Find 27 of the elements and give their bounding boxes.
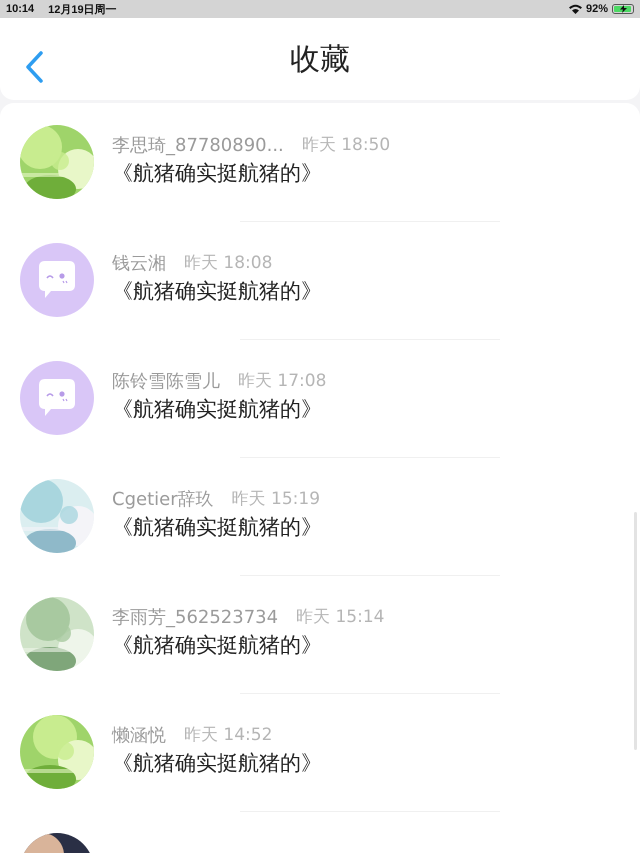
- user-name: 懒涵悦: [112, 724, 166, 747]
- user-name: 李雨芳_562523734: [112, 606, 278, 629]
- user-name: 钱云湘: [112, 252, 166, 275]
- item-title[interactable]: 《航猪确实挺航猪的》: [112, 395, 326, 423]
- timestamp: 昨天 15:14: [296, 606, 384, 629]
- user-name: 李思琦_87780890...: [112, 134, 284, 157]
- page-title: 收藏: [290, 40, 350, 78]
- status-time: 10:14: [6, 3, 34, 15]
- chat-bubble-avatar-icon: [20, 243, 94, 317]
- item-title[interactable]: 《航猪确实挺航猪的》: [112, 159, 390, 187]
- battery-icon: [612, 4, 634, 14]
- timestamp: 昨天 15:19: [232, 488, 320, 511]
- item-title[interactable]: 《航猪确实挺航猪的》: [112, 749, 322, 777]
- timestamp: 昨天 18:50: [302, 134, 390, 157]
- item-title[interactable]: 《航猪确实挺航猪的》: [112, 277, 322, 305]
- battery-percent: 92%: [586, 3, 608, 15]
- user-name: 陈铃雪陈雪儿: [112, 370, 220, 393]
- back-icon[interactable]: [24, 51, 44, 83]
- timestamp: 昨天 14:52: [184, 724, 272, 747]
- item-title[interactable]: 《航猪确实挺航猪的》: [112, 631, 384, 659]
- status-date: 12月19日周一: [48, 2, 117, 16]
- user-name: Cgetier辞玖: [112, 488, 214, 511]
- timestamp: 昨天 18:08: [184, 252, 272, 275]
- timestamp: 昨天 17:08: [238, 370, 326, 393]
- chat-bubble-avatar-icon: [20, 361, 94, 435]
- wifi-icon: [568, 4, 582, 14]
- item-title[interactable]: 《航猪确实挺航猪的》: [112, 513, 322, 541]
